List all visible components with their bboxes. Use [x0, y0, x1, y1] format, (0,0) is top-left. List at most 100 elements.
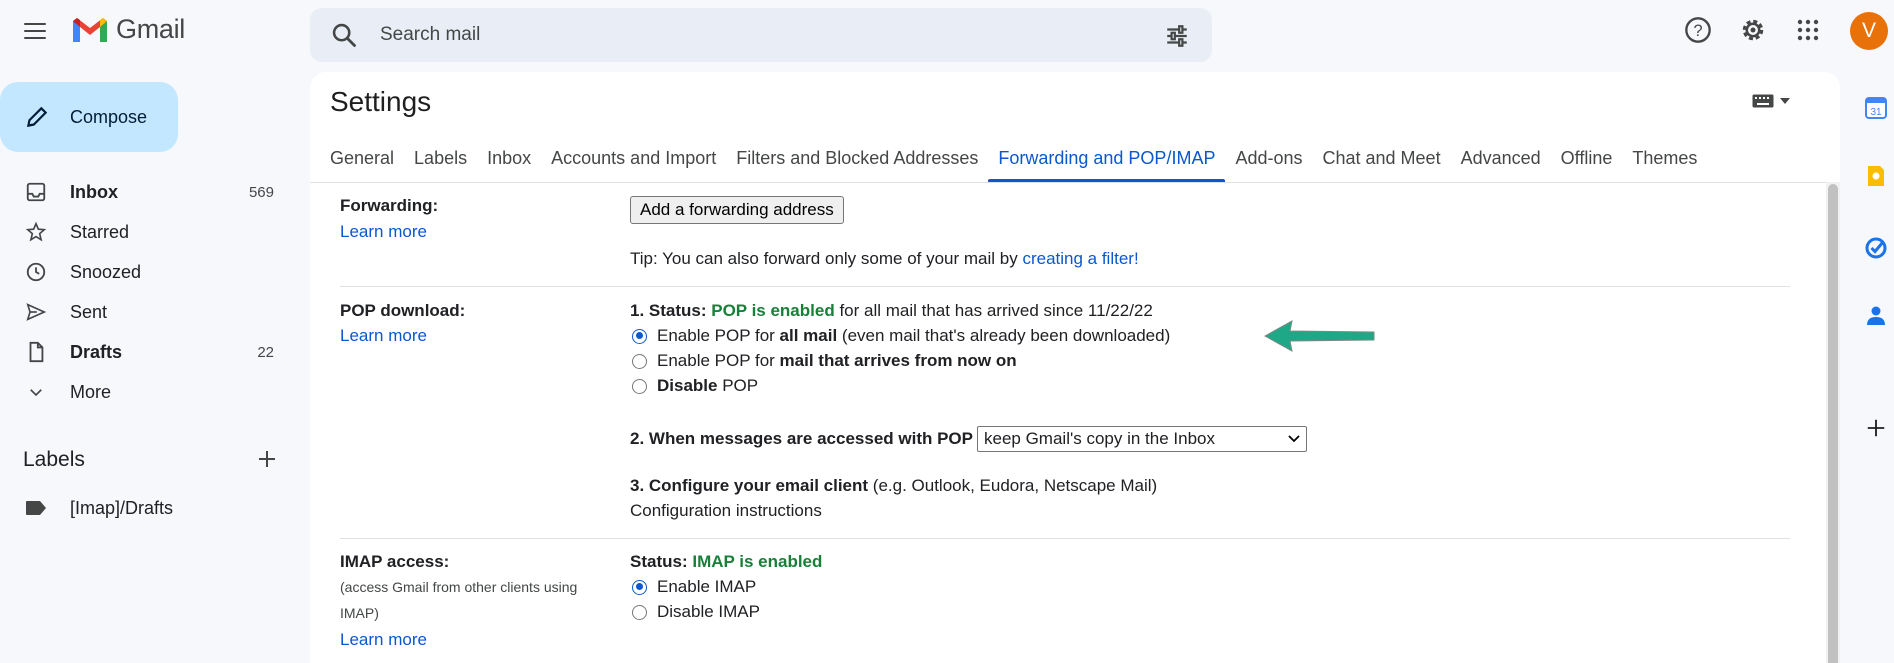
- search-input[interactable]: [380, 18, 1140, 52]
- imap-learn-more-link[interactable]: Learn more: [340, 630, 427, 650]
- imap-status-prefix: Status:: [630, 552, 693, 571]
- option-text-bold: all mail: [779, 326, 838, 345]
- sidebar-item-inbox[interactable]: Inbox 569: [0, 172, 290, 212]
- tab-filters-and-blocked-addresses[interactable]: Filters and Blocked Addresses: [726, 138, 988, 180]
- pop-action-selected: keep Gmail's copy in the Inbox: [984, 429, 1215, 448]
- annotation-arrow-icon: [1263, 320, 1375, 352]
- tab-advanced[interactable]: Advanced: [1451, 138, 1551, 180]
- pop-download-label: POP download:: [340, 301, 466, 320]
- gmail-logo[interactable]: Gmail: [70, 14, 185, 45]
- label-tag-icon: [24, 500, 48, 516]
- option-text: Disable IMAP: [657, 602, 760, 621]
- configuration-instructions-link[interactable]: Configuration instructions: [630, 501, 822, 521]
- search-options-icon[interactable]: [1164, 23, 1190, 54]
- sidebar-item-label: Sent: [70, 301, 108, 322]
- sidebar-item-drafts[interactable]: Drafts 22: [0, 332, 290, 372]
- star-icon: [24, 220, 48, 244]
- forwarding-tip: Tip: You can also forward only some of y…: [630, 249, 1139, 269]
- tab-inbox[interactable]: Inbox: [477, 138, 541, 180]
- pop-configure-label: 3. Configure your email client: [630, 476, 869, 495]
- keep-icon[interactable]: [1860, 160, 1892, 192]
- main-menu-button[interactable]: [20, 16, 50, 46]
- sidebar-label-imap-drafts[interactable]: [Imap]/Drafts: [0, 488, 290, 528]
- pop-status-suffix: for all mail that has arrived since 11/2…: [834, 301, 1153, 320]
- sidebar-item-starred[interactable]: Starred: [0, 212, 290, 252]
- sidebar-item-sent[interactable]: Sent: [0, 292, 290, 332]
- option-text: Enable IMAP: [657, 577, 757, 596]
- pop-when-accessed-label: 2. When messages are accessed with POP: [630, 429, 973, 448]
- pop-configure-detail: (e.g. Outlook, Eudora, Netscape Mail): [868, 476, 1158, 495]
- imap-option-disable[interactable]: Disable IMAP: [630, 602, 760, 622]
- imap-status-value: IMAP is enabled: [692, 552, 823, 571]
- help-icon[interactable]: ?: [1681, 13, 1715, 47]
- tab-add-ons[interactable]: Add-ons: [1225, 138, 1312, 180]
- sidebar-item-label: Starred: [70, 221, 130, 242]
- pop-option-disable[interactable]: Disable POP: [630, 376, 758, 396]
- contacts-icon[interactable]: [1860, 300, 1892, 332]
- sidebar-item-more[interactable]: More: [0, 372, 290, 412]
- drafts-count: 22: [257, 343, 274, 361]
- sidebar-item-label: Snoozed: [70, 261, 142, 282]
- pop-configure-row: 3. Configure your email client (e.g. Out…: [630, 476, 1157, 496]
- option-text-bold: Disable: [657, 376, 718, 395]
- creating-filter-link[interactable]: creating a filter!: [1022, 249, 1138, 269]
- search-bar[interactable]: [310, 8, 1212, 62]
- tasks-icon[interactable]: [1860, 232, 1892, 264]
- compose-label: Compose: [70, 106, 148, 127]
- imap-option-enable[interactable]: Enable IMAP: [630, 577, 756, 597]
- sidebar-item-snoozed[interactable]: Snoozed: [0, 252, 290, 292]
- clock-icon: [24, 260, 48, 284]
- tab-forwarding-and-pop-imap[interactable]: Forwarding and POP/IMAP: [988, 138, 1226, 182]
- scrollbar-thumb[interactable]: [1828, 184, 1838, 663]
- imap-disable-radio[interactable]: [632, 604, 647, 620]
- tab-general[interactable]: General: [320, 138, 404, 180]
- settings-gear-icon[interactable]: [1736, 13, 1770, 47]
- calendar-icon[interactable]: 31: [1860, 92, 1892, 124]
- labels-heading: Labels: [23, 448, 85, 471]
- sidebar-nav: Inbox 569 Starred Snoozed Sent Drafts 22…: [0, 172, 290, 412]
- pop-option-from-now[interactable]: Enable POP for mail that arrives from no…: [630, 351, 1017, 371]
- sidebar-item-label: Drafts: [70, 341, 123, 362]
- tab-labels[interactable]: Labels: [404, 138, 477, 180]
- chevron-down-icon: [1288, 435, 1300, 443]
- search-icon[interactable]: [330, 21, 358, 49]
- pop-action-select[interactable]: keep Gmail's copy in the Inbox: [977, 426, 1307, 452]
- sidebar-item-label: More: [70, 381, 112, 402]
- account-avatar[interactable]: V: [1850, 12, 1888, 50]
- pop-from-now-radio[interactable]: [632, 353, 647, 369]
- add-forwarding-address-button[interactable]: Add a forwarding address: [630, 196, 844, 224]
- forwarding-tip-text: Tip: You can also forward only some of y…: [630, 249, 1023, 268]
- compose-button[interactable]: Compose: [0, 82, 178, 152]
- chevron-down-icon: [24, 380, 48, 404]
- option-text: POP: [717, 376, 759, 395]
- input-tools-toggle[interactable]: [1752, 94, 1790, 108]
- pop-disable-radio[interactable]: [632, 378, 647, 394]
- imap-enable-radio[interactable]: [632, 579, 647, 595]
- pop-all-mail-radio[interactable]: [632, 328, 647, 344]
- forwarding-learn-more-link[interactable]: Learn more: [340, 222, 427, 242]
- option-text: Enable POP for: [657, 326, 780, 345]
- apps-grid-icon[interactable]: [1791, 13, 1825, 47]
- tab-accounts-and-import[interactable]: Accounts and Import: [541, 138, 726, 180]
- imap-access-description: (access Gmail from other clients using I…: [340, 579, 578, 621]
- imap-status: Status: IMAP is enabled: [630, 552, 822, 572]
- tab-chat-and-meet[interactable]: Chat and Meet: [1313, 138, 1451, 180]
- add-addon-icon[interactable]: [1860, 412, 1892, 444]
- pop-status-value: POP is enabled: [711, 301, 835, 320]
- inbox-count: 569: [248, 183, 274, 201]
- page-title: Settings: [330, 86, 432, 117]
- pop-learn-more-link[interactable]: Learn more: [340, 326, 427, 346]
- pop-status-prefix: 1. Status:: [630, 301, 712, 320]
- tab-offline[interactable]: Offline: [1551, 138, 1623, 180]
- inbox-icon: [24, 180, 48, 204]
- gmail-wordmark: Gmail: [116, 14, 186, 44]
- draft-icon: [24, 340, 48, 364]
- caret-down-icon: [1780, 98, 1790, 104]
- sidebar-label-text: [Imap]/Drafts: [70, 497, 174, 518]
- section-divider: [340, 286, 1790, 287]
- add-label-icon[interactable]: [255, 447, 279, 476]
- pop-option-all-mail[interactable]: Enable POP for all mail (even mail that'…: [630, 326, 1170, 346]
- tab-themes[interactable]: Themes: [1622, 138, 1707, 180]
- svg-text:31: 31: [1870, 107, 1882, 118]
- option-text: Enable POP for: [657, 351, 780, 370]
